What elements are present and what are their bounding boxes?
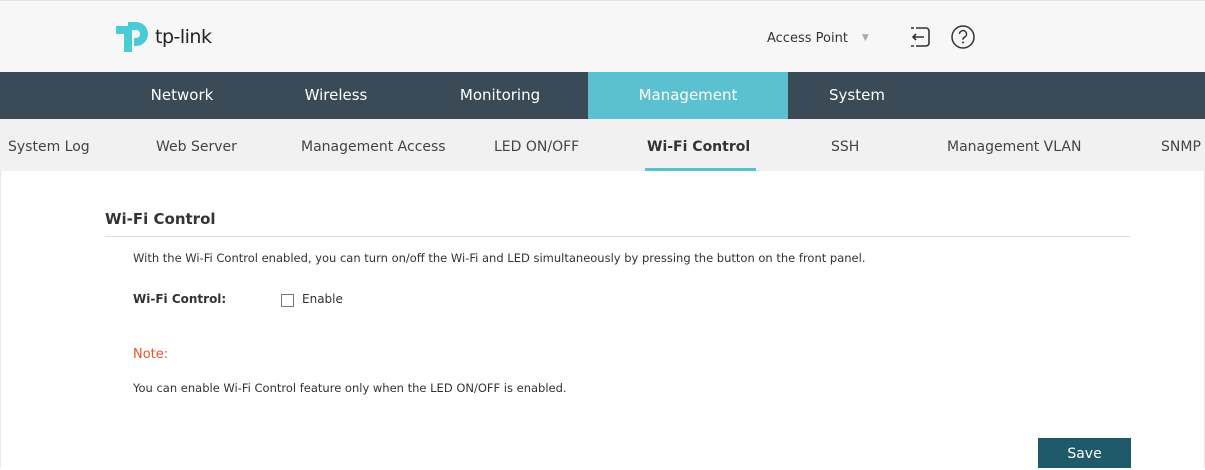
note-text: You can enable Wi-Fi Control feature onl… [133,381,567,395]
subnav-item-wifi-control[interactable]: Wi-Fi Control [647,119,750,171]
section-description: With the Wi-Fi Control enabled, you can … [133,251,866,265]
brand-name: tp-link [155,26,212,48]
main-nav: Network Wireless Monitoring Management S… [0,72,1205,119]
section-title: Wi-Fi Control [105,210,216,228]
enable-checkbox-label[interactable]: Enable [302,292,343,306]
content-left-border [0,171,1,468]
tab-monitoring[interactable]: Monitoring [400,72,600,119]
subnav-item-management-vlan[interactable]: Management VLAN [947,119,1081,171]
section-divider [105,236,1130,237]
subnav-item-ssh[interactable]: SSH [831,119,859,171]
subnav-item-system-log[interactable]: System Log [8,119,90,171]
subnav-item-web-server[interactable]: Web Server [156,119,237,171]
chevron-down-icon: ▼ [861,33,869,43]
mode-select-value: Access Point [767,30,848,46]
tp-link-logo[interactable]: tp-link [112,19,212,55]
mode-select[interactable]: Access Point ▼ [757,25,893,51]
enable-checkbox[interactable] [281,294,294,307]
sub-nav: System Log Web Server Management Access … [0,119,1205,171]
active-tab-indicator [645,168,756,171]
header-bar: tp-link Access Point ▼ [0,0,1205,72]
tp-link-logo-icon [116,22,148,52]
tab-system[interactable]: System [757,72,957,119]
save-button[interactable]: Save [1038,438,1131,468]
help-icon[interactable] [950,24,976,50]
subnav-item-led-onoff[interactable]: LED ON/OFF [494,119,579,171]
logout-icon[interactable] [908,25,932,49]
wifi-control-label: Wi-Fi Control: [133,292,227,306]
subnav-item-management-access[interactable]: Management Access [301,119,446,171]
subnav-item-snmp[interactable]: SNMP [1161,119,1201,171]
note-title: Note: [133,347,169,362]
